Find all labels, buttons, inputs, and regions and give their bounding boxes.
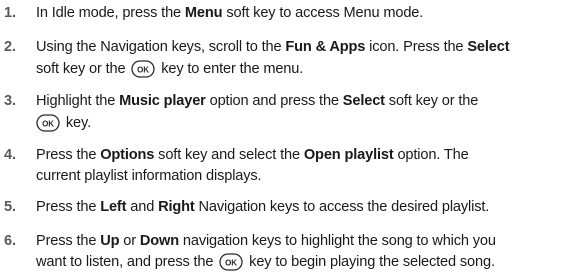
step-number: 2. [4, 39, 16, 55]
step-text: Press the Left and Right Navigation keys… [36, 198, 586, 217]
text: or [119, 233, 140, 249]
text: key to begin playing the selected song. [245, 254, 495, 270]
text: option. The [393, 147, 469, 163]
ok-key-icon: OK [131, 60, 155, 78]
ok-key-label: OK [42, 119, 54, 128]
text: Press the [36, 147, 101, 163]
step-number: 6. [4, 233, 16, 249]
step-number: 3. [4, 93, 16, 109]
key-name-down: Down [139, 233, 179, 249]
icon-name-fun-apps: Fun & Apps [285, 39, 366, 55]
text: Highlight the [36, 93, 120, 109]
text: Press the [36, 199, 101, 215]
step-text: Press the Up or Down navigation keys to … [36, 232, 586, 272]
step-line: current playlist information displays. [36, 167, 586, 186]
text: navigation keys to highlight the song to… [178, 233, 496, 249]
text: key to enter the menu. [157, 61, 304, 77]
text: soft key or the [384, 93, 479, 109]
text: In Idle mode, press the [36, 5, 185, 21]
text: current playlist information displays. [36, 168, 262, 184]
text: Navigation keys to access the desired pl… [194, 199, 490, 215]
text: soft key to access Menu mode. [222, 5, 424, 21]
step-line: soft key or the OK key to enter the menu… [36, 60, 586, 79]
step-text: In Idle mode, press the Menu soft key to… [36, 4, 586, 23]
step-number: 1. [4, 5, 16, 21]
step-number: 5. [4, 199, 16, 215]
text: Using the Navigation keys, scroll to the [36, 39, 286, 55]
key-name-right: Right [158, 199, 195, 215]
key-name-up: Up [100, 233, 120, 249]
text: soft key and select the [154, 147, 304, 163]
text: option and press the [205, 93, 343, 109]
step-line: want to listen, and press the OK key to … [36, 253, 586, 272]
key-name-options: Options [100, 147, 155, 163]
step-line: OK key. [36, 114, 586, 133]
ok-key-label: OK [225, 258, 237, 267]
key-name-menu: Menu [184, 5, 223, 21]
step-line: Press the Options soft key and select th… [36, 146, 586, 165]
key-name-select: Select [342, 93, 385, 109]
step-text: Highlight the Music player option and pr… [36, 92, 586, 133]
step-line: Using the Navigation keys, scroll to the… [36, 38, 586, 57]
option-name-open-playlist: Open playlist [303, 147, 394, 163]
step-line: Press the Up or Down navigation keys to … [36, 232, 586, 251]
key-name-left: Left [100, 199, 127, 215]
text: soft key or the [36, 61, 130, 77]
step-number: 4. [4, 147, 16, 163]
ok-key-icon: OK [219, 253, 243, 271]
text: Press the [36, 233, 101, 249]
step-line: Highlight the Music player option and pr… [36, 92, 586, 111]
key-name-select: Select [467, 39, 510, 55]
text: icon. Press the [365, 39, 468, 55]
step-text: Using the Navigation keys, scroll to the… [36, 38, 586, 79]
ok-key-icon: OK [36, 114, 60, 132]
text: want to listen, and press the [36, 254, 218, 270]
text: key. [62, 115, 91, 131]
instruction-list: 1. In Idle mode, press the Menu soft key… [0, 0, 586, 279]
ok-key-label: OK [137, 65, 149, 74]
text: and [126, 199, 159, 215]
step-text: Press the Options soft key and select th… [36, 146, 586, 186]
option-name-music-player: Music player [119, 93, 206, 109]
